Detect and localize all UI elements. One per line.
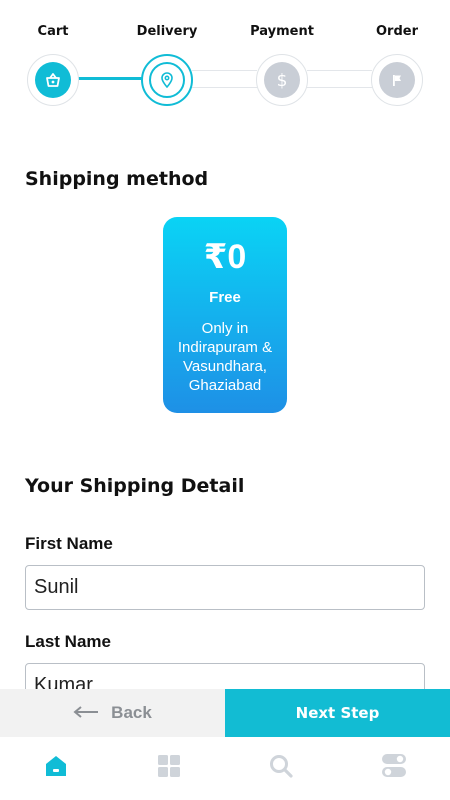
action-bar: Back Next Step [0, 689, 450, 737]
connector-cart-delivery [78, 70, 142, 88]
step-payment[interactable]: $ [256, 54, 308, 106]
home-icon [43, 753, 69, 784]
dollar-icon: $ [264, 62, 300, 98]
first-name-label: First Name [25, 534, 113, 553]
step-label-cart: Cart [37, 24, 69, 39]
connector-payment-order [307, 70, 372, 88]
step-order[interactable] [371, 54, 423, 106]
shipping-detail-title: Your Shipping Detail [25, 475, 245, 497]
arrow-left-icon [73, 703, 99, 723]
nav-categories[interactable] [139, 737, 199, 800]
svg-text:$: $ [277, 71, 288, 90]
back-button[interactable]: Back [0, 689, 225, 737]
nav-home[interactable] [26, 737, 86, 800]
step-label-order: Order [376, 24, 418, 39]
shipping-method-title: Shipping method [25, 168, 209, 190]
step-label-payment: Payment [250, 24, 314, 39]
grid-icon [157, 754, 181, 783]
connector-delivery-payment [192, 70, 257, 88]
shipping-option-card[interactable]: ₹0 Free Only in Indirapuram & Vasundhara… [163, 217, 287, 413]
step-label-delivery: Delivery [136, 24, 198, 39]
shipping-option-description: Only in Indirapuram & Vasundhara, Ghazia… [177, 320, 273, 394]
back-button-label: Back [111, 703, 152, 722]
checkout-stepper: Cart Delivery Payment Order $ [0, 0, 450, 120]
step-cart[interactable] [27, 54, 79, 106]
shipping-option-name: Free [209, 289, 241, 306]
basket-icon [35, 62, 71, 98]
first-name-field[interactable] [25, 565, 425, 610]
flag-icon [379, 62, 415, 98]
nav-search[interactable] [251, 737, 311, 800]
location-pin-icon [149, 62, 185, 98]
search-icon [269, 754, 293, 783]
next-step-button[interactable]: Next Step [225, 689, 450, 737]
shipping-option-price: ₹0 [203, 238, 247, 276]
last-name-label: Last Name [25, 632, 111, 651]
bottom-nav [0, 737, 450, 800]
nav-settings[interactable] [364, 737, 424, 800]
step-delivery[interactable] [141, 54, 193, 106]
toggle-settings-icon [381, 753, 407, 784]
